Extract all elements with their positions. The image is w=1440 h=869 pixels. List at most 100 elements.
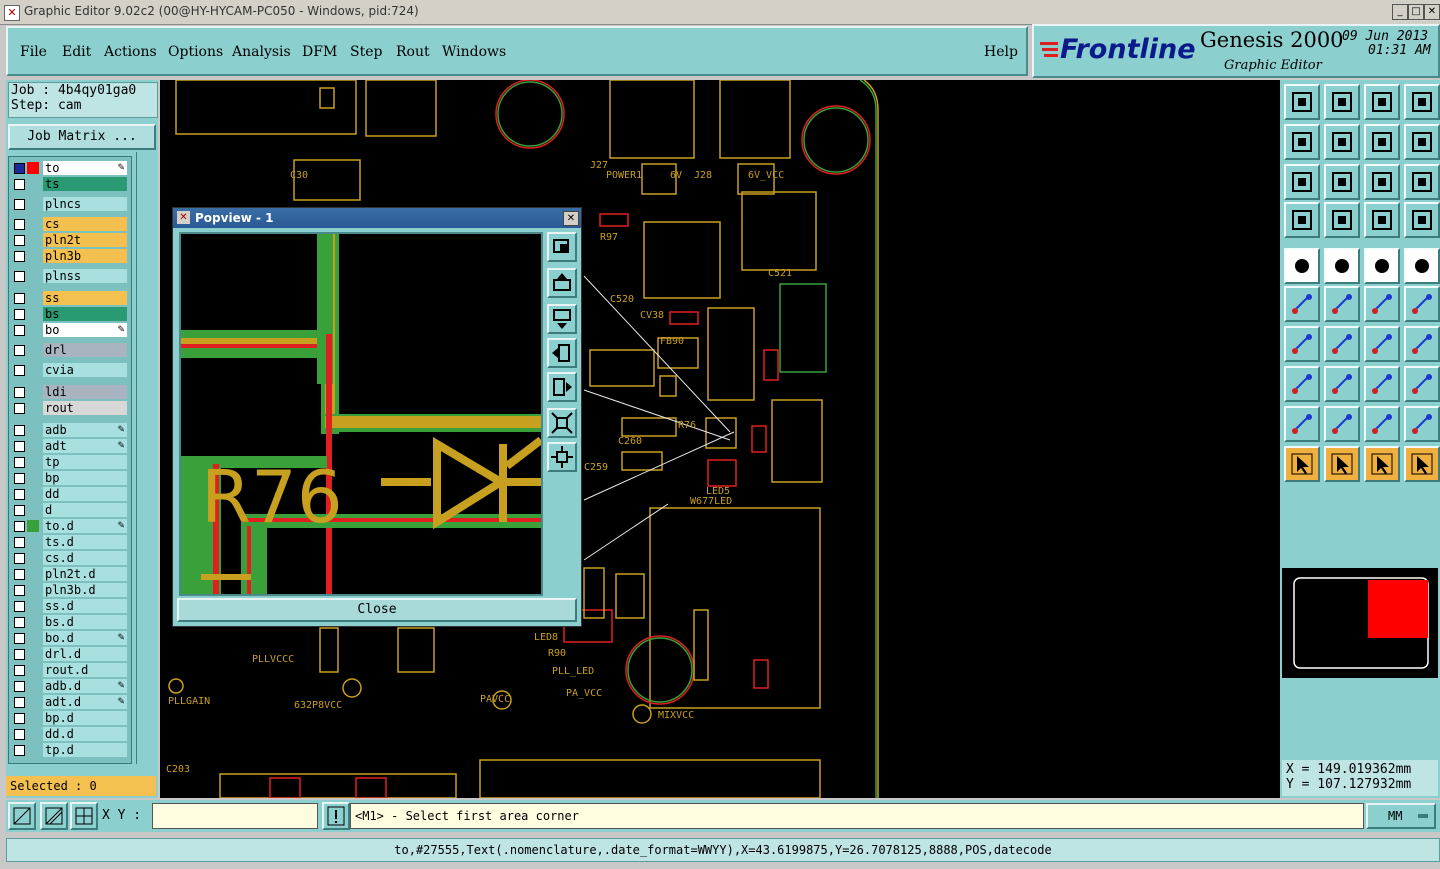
arc-tool-button[interactable] [1364, 326, 1400, 362]
display-home-tool-button[interactable] [1364, 84, 1400, 120]
layer-name[interactable]: adt.d [43, 695, 127, 709]
layer-checkbox[interactable] [14, 585, 25, 596]
layer-name[interactable]: adb.d [43, 679, 127, 693]
layer-name[interactable]: pln2t.d [43, 567, 127, 581]
layer-row-pln3b-d[interactable]: pln3b.d [9, 583, 131, 597]
select-arrow-tool-button[interactable] [1284, 446, 1320, 482]
color-select-tool-button[interactable] [1324, 248, 1360, 284]
minimize-button[interactable]: _ [1392, 4, 1408, 20]
undo-zoom-tool-button[interactable] [1364, 124, 1400, 160]
layer-name[interactable]: to.d [43, 519, 127, 533]
layer-name[interactable]: cvia [43, 363, 127, 377]
layer-name[interactable]: bo [43, 323, 127, 337]
zoom-fit-tool-button[interactable] [1284, 164, 1320, 200]
grid-tool-button[interactable] [1324, 202, 1360, 238]
popview-zoom-out-button[interactable] [547, 408, 577, 438]
layer-row-adb[interactable]: adb ✎ [9, 423, 131, 437]
layer-name[interactable]: tp [43, 455, 127, 469]
job-matrix-button[interactable]: Job Matrix ... [8, 124, 156, 150]
select-box-tool-button[interactable] [1324, 446, 1360, 482]
layer-checkbox[interactable] [14, 179, 25, 190]
layer-name[interactable]: ldi [43, 385, 127, 399]
layer-name[interactable]: to [43, 161, 127, 175]
layer-checkbox[interactable] [14, 473, 25, 484]
menu-options[interactable]: Options [168, 44, 223, 60]
layer-name[interactable]: d [43, 503, 127, 517]
menu-analysis[interactable]: Analysis [232, 44, 291, 60]
snap-mode-button[interactable] [8, 802, 36, 830]
layer-checkbox[interactable] [14, 325, 25, 336]
popview-pan-right-button[interactable] [547, 372, 577, 402]
layer-checkbox[interactable] [14, 403, 25, 414]
maximize-button[interactable]: □ [1408, 4, 1424, 20]
pan-left-tool-button[interactable] [1284, 124, 1320, 160]
layer-row-to[interactable]: to ✎ [9, 161, 131, 175]
layer-row-plncs[interactable]: plncs [9, 197, 131, 211]
close-window-button[interactable]: ✕ [1424, 4, 1440, 20]
layer-row-pln2t[interactable]: pln2t [9, 233, 131, 247]
layer-row-pln3b[interactable]: pln3b [9, 249, 131, 263]
layer-name[interactable]: pln2t [43, 233, 127, 247]
move-line-tool-button[interactable] [1364, 286, 1400, 322]
layer-name[interactable]: ss [43, 291, 127, 305]
layer-row-ts[interactable]: ts [9, 177, 131, 191]
layer-name[interactable]: rout [43, 401, 127, 415]
angle-line-tool-button[interactable] [1284, 326, 1320, 362]
menu-file[interactable]: File [20, 44, 47, 60]
menu-step[interactable]: Step [350, 44, 382, 60]
measure-mode-button[interactable] [40, 802, 68, 830]
menu-actions[interactable]: Actions [104, 44, 157, 60]
pad-tool-button[interactable] [1404, 248, 1440, 284]
layer-name[interactable]: dd.d [43, 727, 127, 741]
layer-row-ldi[interactable]: ldi [9, 385, 131, 399]
layer-checkbox[interactable] [14, 601, 25, 612]
layer-ops-red-tool-button[interactable] [1364, 202, 1400, 238]
alert-icon[interactable] [322, 802, 350, 830]
layer-checkbox[interactable] [14, 293, 25, 304]
layer-row-bo-d[interactable]: bo.d ✎ [9, 631, 131, 645]
layer-checkbox[interactable] [14, 745, 25, 756]
layer-ops-red-2-tool-button[interactable] [1404, 202, 1440, 238]
layer-checkbox[interactable] [14, 309, 25, 320]
layer-checkbox[interactable] [14, 505, 25, 516]
triangle-a-tool-button[interactable] [1324, 406, 1360, 442]
layer-checkbox[interactable] [14, 521, 25, 532]
layer-checkbox[interactable] [14, 441, 25, 452]
overview-map[interactable] [1282, 568, 1438, 678]
layer-checkbox[interactable] [14, 163, 25, 174]
layer-checkbox[interactable] [14, 681, 25, 692]
snap-tool-button[interactable] [1284, 202, 1320, 238]
layer-row-adt[interactable]: adt ✎ [9, 439, 131, 453]
select-polygon-tool-button[interactable] [1364, 446, 1400, 482]
triangle-up-tool-button[interactable] [1284, 406, 1320, 442]
layer-row-adt-d[interactable]: adt.d ✎ [9, 695, 131, 709]
layer-name[interactable]: rout.d [43, 663, 127, 677]
layer-row-cvia[interactable]: cvia [9, 363, 131, 377]
layer-row-cs[interactable]: cs [9, 217, 131, 231]
layer-row-bp[interactable]: bp [9, 471, 131, 485]
layer-row-d[interactable]: d [9, 503, 131, 517]
layer-checkbox[interactable] [14, 271, 25, 282]
xy-input[interactable] [152, 803, 318, 829]
layer-checkbox[interactable] [14, 569, 25, 580]
triangle-b-tool-button[interactable] [1364, 406, 1400, 442]
popview-pan-left-button[interactable] [547, 338, 577, 368]
menu-edit[interactable]: Edit [62, 44, 91, 60]
layer-row-tp[interactable]: tp [9, 455, 131, 469]
layer-checkbox[interactable] [14, 617, 25, 628]
layer-row-drl-d[interactable]: drl.d [9, 647, 131, 661]
delete-cross-tool-button[interactable] [1324, 286, 1360, 322]
layer-checkbox[interactable] [14, 713, 25, 724]
layer-name[interactable]: dd [43, 487, 127, 501]
layer-row-bp-d[interactable]: bp.d [9, 711, 131, 725]
layer-row-to-d[interactable]: to.d ✎ [9, 519, 131, 533]
layer-row-cs-d[interactable]: cs.d [9, 551, 131, 565]
layer-checkbox[interactable] [14, 665, 25, 676]
layer-row-tp-d[interactable]: tp.d [9, 743, 131, 757]
layer-name[interactable]: ss.d [43, 599, 127, 613]
popview-pan-down-button[interactable] [547, 304, 577, 334]
layer-checkbox[interactable] [14, 729, 25, 740]
layer-row-rout-d[interactable]: rout.d [9, 663, 131, 677]
popview-close-button[interactable]: Close [177, 598, 577, 622]
layer-checkbox[interactable] [14, 235, 25, 246]
